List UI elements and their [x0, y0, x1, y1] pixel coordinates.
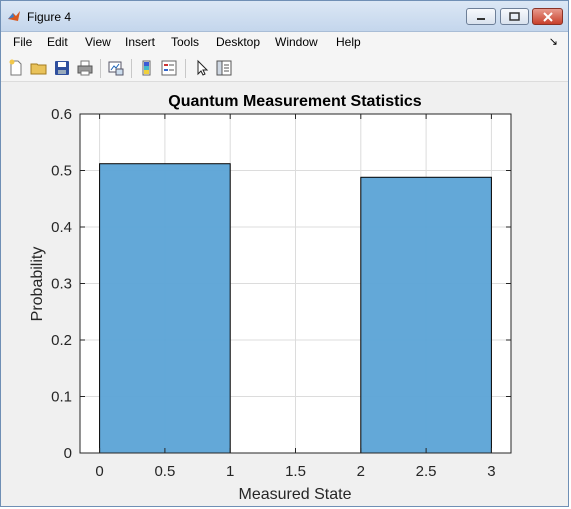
edit-plot-icon[interactable] — [193, 59, 211, 77]
dock-arrow-icon[interactable]: ↘ — [549, 35, 558, 48]
y-tick-label: 0.5 — [51, 163, 72, 180]
maximize-button[interactable] — [500, 8, 529, 25]
x-tick-label: 2.5 — [416, 463, 437, 480]
property-inspector-icon[interactable] — [215, 59, 233, 77]
bar-1[interactable] — [360, 176, 492, 454]
y-tick-label: 0.6 — [51, 106, 72, 123]
bar-chart[interactable]: 0 0.5 1 1.5 2 2.5 3 0 0.1 0.2 0.3 0.4 0.5 0.6 Quantu… — [4, 84, 567, 504]
chart-title: Quantum Measurement Statistics — [168, 93, 422, 110]
menu-file[interactable]: File — [13, 35, 32, 49]
y-tick-label: 0 — [64, 445, 72, 462]
y-tick-label: 0.1 — [51, 389, 72, 406]
y-axis-label: Probability — [29, 247, 46, 322]
menu-bar: File Edit View Insert Tools Desktop Wind… — [1, 32, 568, 54]
menu-desktop[interactable]: Desktop — [216, 35, 260, 49]
figure-toolbar — [1, 54, 568, 82]
menu-insert[interactable]: Insert — [125, 35, 155, 49]
x-axis-label: Measured State — [239, 486, 352, 503]
save-icon[interactable] — [53, 59, 71, 77]
toolbar-separator — [131, 59, 132, 78]
toolbar-separator — [100, 59, 101, 78]
figure-window: Figure 4 File Edit View Insert Tools Des… — [0, 0, 569, 507]
bar-0[interactable] — [99, 163, 231, 454]
title-bar: Figure 4 — [1, 1, 568, 32]
y-tick-labels: 0 0.1 0.2 0.3 0.4 0.5 0.6 — [51, 106, 72, 462]
x-tick-label: 0.5 — [154, 463, 175, 480]
menu-view[interactable]: View — [85, 35, 111, 49]
y-tick-label: 0.4 — [51, 219, 72, 236]
window-title: Figure 4 — [27, 10, 72, 24]
menu-tools[interactable]: Tools — [171, 35, 199, 49]
minimize-icon — [477, 17, 485, 20]
insert-colorbar-icon[interactable] — [138, 59, 156, 77]
print-icon[interactable] — [76, 59, 94, 77]
y-tick-label: 0.2 — [51, 332, 72, 349]
matlab-app-icon — [8, 11, 20, 21]
insert-legend-icon[interactable] — [160, 59, 178, 77]
maximize-icon — [509, 12, 520, 21]
x-tick-label: 0 — [95, 463, 103, 480]
menu-window[interactable]: Window — [275, 35, 318, 49]
x-tick-labels: 0 0.5 1 1.5 2 2.5 3 — [95, 463, 495, 480]
menu-help[interactable]: Help — [336, 35, 361, 49]
x-tick-label: 1 — [226, 463, 234, 480]
x-tick-label: 2 — [357, 463, 365, 480]
close-icon — [542, 11, 553, 22]
open-file-icon[interactable] — [30, 59, 48, 77]
y-tick-label: 0.3 — [51, 276, 72, 293]
x-tick-label: 3 — [487, 463, 495, 480]
figure-canvas: 0 0.5 1 1.5 2 2.5 3 0 0.1 0.2 0.3 0.4 0.5 0.6 Quantu… — [4, 84, 567, 504]
close-button[interactable] — [532, 8, 563, 25]
new-figure-icon[interactable] — [7, 59, 25, 77]
toolbar-separator — [185, 59, 186, 78]
menu-edit[interactable]: Edit — [47, 35, 68, 49]
minimize-button[interactable] — [466, 8, 496, 25]
x-tick-label: 1.5 — [285, 463, 306, 480]
link-plot-icon[interactable] — [107, 59, 125, 77]
